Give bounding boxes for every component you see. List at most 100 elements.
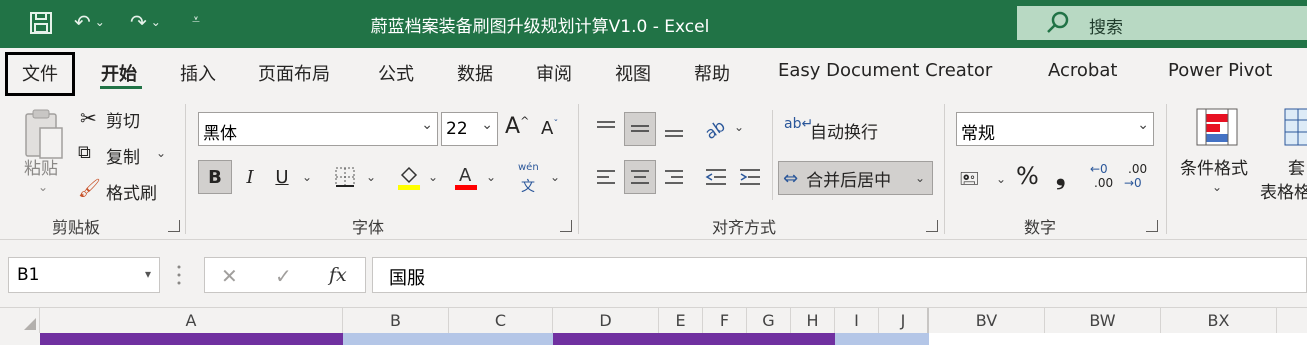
format-painter-button[interactable]: 格式刷 [106,179,157,204]
accounting-format-icon[interactable]: 🖭 [960,168,979,195]
tab-easy-document-creator[interactable]: Easy Document Creator [778,60,992,81]
column-header-i[interactable]: I [835,308,879,334]
number-launcher-icon[interactable] [1146,220,1158,232]
format-as-table-line2[interactable]: 表格格 [1260,178,1307,203]
font-size-select[interactable]: 22 ⌄ [441,112,498,146]
orientation-dropdown-icon[interactable]: ⌄ [734,120,744,134]
alignment-group-label: 对齐方式 [712,218,777,237]
name-box-value: B1 [17,265,40,285]
row-header-1[interactable] [0,333,40,345]
clipboard-launcher-icon[interactable] [168,220,180,232]
column-header-e[interactable]: E [659,308,703,334]
font-name-select[interactable]: 黑体 ⌄ [198,112,438,146]
italic-button[interactable]: I [236,160,264,194]
cut-button[interactable]: 剪切 [106,107,140,132]
copy-icon[interactable]: ⧉ [78,142,91,163]
borders-dropdown-icon[interactable]: ⌄ [366,170,376,184]
select-all-button[interactable] [0,308,40,334]
font-color-icon[interactable]: A [452,160,480,194]
align-bottom-icon[interactable] [658,112,690,146]
column-header-bx[interactable]: BX [1161,308,1277,334]
align-center-icon[interactable] [624,160,656,194]
formula-bar: B1 ▾ ✕ ✓ fx 国服 [0,241,1307,307]
column-header-b[interactable]: B [343,308,449,334]
format-as-table-icon[interactable] [1284,108,1307,146]
fill-color-icon[interactable] [394,160,424,194]
fill-color-dropdown-icon[interactable]: ⌄ [428,170,438,184]
tab-acrobat[interactable]: Acrobat [1048,60,1117,81]
percent-style-button[interactable]: % [1016,162,1039,190]
phonetic-guide-icon[interactable]: 文 [521,176,535,196]
cancel-icon[interactable]: ✕ [221,264,238,288]
select-all-icon [24,318,36,330]
tab-formulas[interactable]: 公式 [378,60,414,86]
wrap-text-icon[interactable]: ab↵ [784,116,813,132]
column-header-a[interactable]: A [40,308,343,334]
format-painter-icon[interactable]: 🖌 [78,178,101,199]
bold-button[interactable]: B [198,160,232,194]
conditional-format-icon[interactable] [1196,108,1238,146]
paste-button[interactable]: 粘贴 [24,154,58,179]
wrap-text-button[interactable]: 自动换行 [810,118,878,143]
cut-icon[interactable]: ✂ [80,106,97,130]
number-format-select[interactable]: 常规 ⌄ [956,112,1154,146]
column-header-bw[interactable]: BW [1045,308,1161,334]
copy-dropdown-icon[interactable]: ⌄ [156,146,166,160]
cell-bv1[interactable] [929,333,1307,345]
increase-indent-icon[interactable] [734,160,766,194]
underline-button[interactable]: U [268,160,296,194]
cell-a1[interactable] [40,333,343,345]
comma-style-button[interactable]: ❟ [1056,162,1065,190]
formula-bar-grip-icon[interactable] [177,263,181,287]
merge-center-button[interactable]: ⇔ 合并后居中 ⌄ [778,161,933,195]
tab-page-layout[interactable]: 页面布局 [258,60,330,86]
tab-insert[interactable]: 插入 [180,60,216,86]
font-launcher-icon[interactable] [560,220,572,232]
column-header-g[interactable]: G [747,308,791,334]
conditional-format-dropdown-icon[interactable]: ⌄ [1212,180,1222,194]
name-box[interactable]: B1 ▾ [8,257,160,293]
format-as-table-line1[interactable]: 套 [1288,154,1305,179]
increase-decimal-icon[interactable]: ←0 .00 [1088,160,1122,194]
column-header-d[interactable]: D [553,308,659,334]
cell-d1[interactable] [553,333,835,345]
insert-function-icon[interactable]: fx [329,264,347,286]
conditional-format-button[interactable]: 条件格式 [1180,154,1248,179]
font-color-dropdown-icon[interactable]: ⌄ [486,170,496,184]
orientation-icon[interactable]: ab [700,112,730,146]
column-header-j[interactable]: J [879,308,929,334]
borders-icon[interactable] [330,160,360,194]
chevron-down-icon: ⌄ [1137,117,1149,133]
group-divider [1166,104,1167,234]
alignment-launcher-icon[interactable] [926,220,938,232]
column-header-bv[interactable]: BV [929,308,1045,334]
phonetic-dropdown-icon[interactable]: ⌄ [550,170,560,184]
group-divider [944,104,945,234]
paste-dropdown-icon[interactable]: ⌄ [38,180,48,194]
column-header-f[interactable]: F [703,308,747,334]
tab-review[interactable]: 审阅 [536,60,572,86]
enter-icon[interactable]: ✓ [275,264,292,288]
align-top-icon[interactable] [590,112,622,146]
tab-data[interactable]: 数据 [457,60,493,86]
search-box[interactable]: 搜索 [1017,6,1307,40]
tab-view[interactable]: 视图 [615,60,651,86]
tab-power-pivot[interactable]: Power Pivot [1168,60,1272,81]
align-middle-icon[interactable] [624,112,656,146]
copy-button[interactable]: 复制 [106,143,140,168]
decrease-font-size-icon[interactable]: Aˇ [541,118,558,139]
underline-dropdown-icon[interactable]: ⌄ [302,170,312,184]
align-left-icon[interactable] [590,160,622,194]
align-right-icon[interactable] [658,160,690,194]
tab-help[interactable]: 帮助 [694,60,730,86]
accounting-dropdown-icon[interactable]: ⌄ [996,172,1006,186]
cell-i1[interactable] [835,333,929,345]
column-header-h[interactable]: H [791,308,835,334]
decrease-indent-icon[interactable] [700,160,732,194]
increase-font-size-icon[interactable]: A^ [505,114,529,139]
formula-input[interactable]: 国服 [372,257,1307,293]
tab-home[interactable]: 开始 [101,60,137,86]
cell-b1[interactable] [343,333,553,345]
column-header-c[interactable]: C [449,308,553,334]
decrease-decimal-icon[interactable]: .00 →0 [1122,160,1156,194]
